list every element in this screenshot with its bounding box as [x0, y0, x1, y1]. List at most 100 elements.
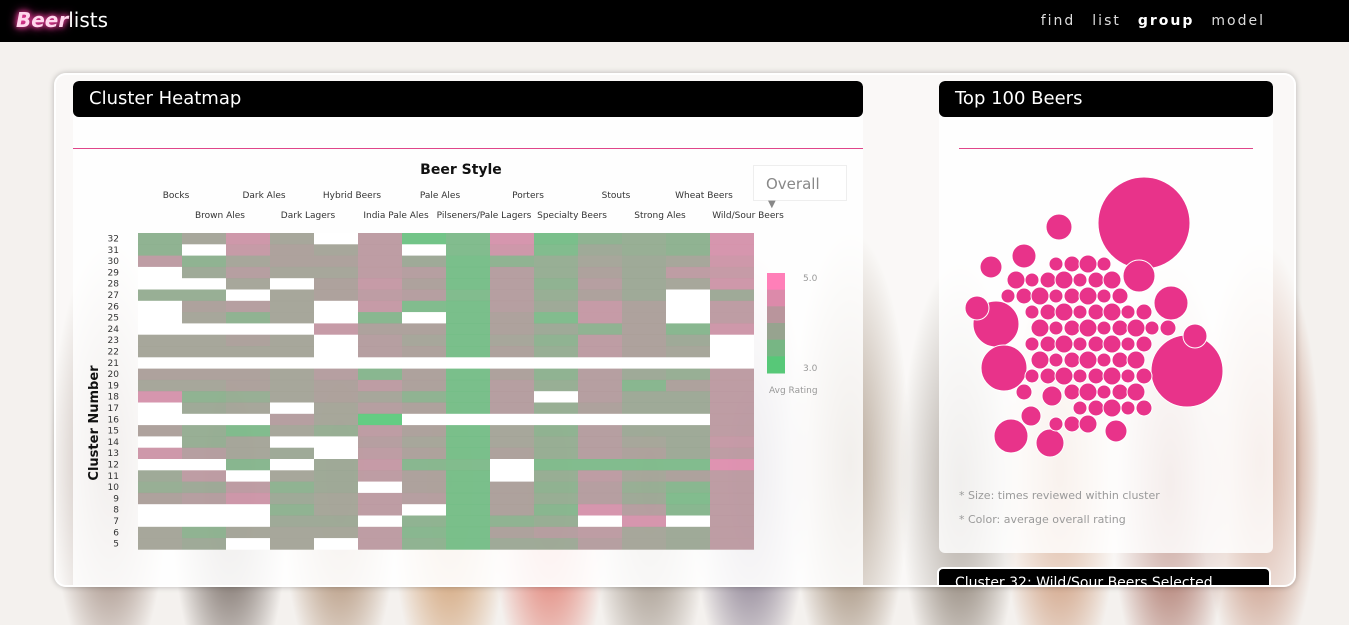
beer-bubble[interactable] [1039, 367, 1057, 385]
beer-bubble[interactable] [1120, 304, 1136, 320]
beer-bubble[interactable] [1015, 383, 1033, 401]
beer-bubble[interactable] [1048, 352, 1064, 368]
beer-bubble[interactable] [1111, 287, 1129, 305]
beer-bubble[interactable] [1048, 288, 1064, 304]
beer-bubble[interactable] [1126, 318, 1146, 338]
beer-bubble[interactable] [1000, 288, 1016, 304]
beer-bubble[interactable] [1078, 414, 1098, 434]
beer-bubble[interactable] [1096, 320, 1112, 336]
beer-bubble[interactable] [1153, 285, 1189, 321]
beer-bubble[interactable] [1063, 319, 1081, 337]
heatmap-cell [402, 357, 446, 369]
beer-bubble[interactable] [1054, 302, 1074, 322]
beer-bubble[interactable] [1135, 399, 1153, 417]
beer-bubble[interactable] [1045, 213, 1073, 241]
beer-bubble[interactable] [1054, 270, 1074, 290]
beer-bubble[interactable] [1039, 271, 1057, 289]
beer-bubble[interactable] [1039, 335, 1057, 353]
beer-bubble[interactable] [1024, 272, 1040, 288]
beer-bubble[interactable] [1087, 367, 1105, 385]
beer-bubble[interactable] [1072, 272, 1088, 288]
beer-bubble[interactable] [1024, 304, 1040, 320]
rating-type-dropdown[interactable]: Overall ▼ [753, 165, 847, 210]
beer-bubble[interactable] [1087, 335, 1105, 353]
beer-bubble[interactable] [1102, 270, 1122, 290]
beer-bubble[interactable] [1087, 303, 1105, 321]
beer-bubble[interactable] [1159, 319, 1177, 337]
nav-find[interactable]: find [1041, 13, 1076, 29]
beer-bubble[interactable] [1072, 304, 1088, 320]
nav-list[interactable]: list [1092, 13, 1121, 29]
beer-bubble[interactable] [979, 255, 1003, 279]
beer-bubble[interactable] [1054, 334, 1074, 354]
beer-bubble[interactable] [1015, 287, 1033, 305]
beer-bubble[interactable] [1102, 366, 1122, 386]
beer-bubble[interactable] [1078, 350, 1098, 370]
beer-bubble[interactable] [1102, 302, 1122, 322]
beer-bubble[interactable] [1063, 351, 1081, 369]
beer-bubble[interactable] [1078, 382, 1098, 402]
beer-bubble[interactable] [1078, 254, 1098, 274]
beer-bubble[interactable] [1020, 405, 1042, 427]
beer-bubble[interactable] [1006, 270, 1026, 290]
beer-bubble[interactable] [1063, 287, 1081, 305]
beer-bubble[interactable] [1096, 352, 1112, 368]
nav-model[interactable]: model [1211, 13, 1265, 29]
beer-bubble[interactable] [1126, 382, 1146, 402]
beer-bubble[interactable] [1048, 256, 1064, 272]
beer-bubble[interactable] [1120, 336, 1136, 352]
beer-bubble[interactable] [1087, 399, 1105, 417]
beer-bubble[interactable] [1111, 351, 1129, 369]
nav-group[interactable]: group [1138, 13, 1195, 29]
beer-bubble[interactable] [1030, 286, 1050, 306]
beer-bubble[interactable] [1030, 350, 1050, 370]
beer-bubble[interactable] [1035, 428, 1065, 458]
beer-bubble[interactable] [980, 344, 1028, 392]
beer-bubble[interactable] [1120, 400, 1136, 416]
beer-bubble[interactable] [1024, 336, 1040, 352]
beer-bubble[interactable] [1048, 416, 1064, 432]
beer-bubble[interactable] [1150, 334, 1224, 408]
beer-bubble[interactable] [1144, 320, 1160, 336]
heatmap-cell [710, 289, 754, 302]
beer-bubble[interactable] [964, 295, 990, 321]
beer-bubble[interactable] [1030, 318, 1050, 338]
app-logo[interactable]: Beerlists [16, 8, 108, 32]
beer-bubble[interactable] [1096, 288, 1112, 304]
beer-bubble[interactable] [1097, 176, 1191, 270]
beer-bubble[interactable] [1122, 259, 1156, 293]
beer-bubble[interactable] [1135, 367, 1153, 385]
heatmap-cell [314, 233, 358, 245]
beer-bubble[interactable] [1120, 368, 1136, 384]
beer-bubble[interactable] [1054, 366, 1074, 386]
heatmap-cell [622, 255, 666, 268]
beer-bubble[interactable] [1102, 334, 1122, 354]
beer-bubble[interactable] [1096, 256, 1112, 272]
beer-bubble[interactable] [1182, 323, 1208, 349]
beer-bubble[interactable] [1072, 368, 1088, 384]
beer-bubble[interactable] [1111, 383, 1129, 401]
beer-bubble[interactable] [1039, 303, 1057, 321]
beer-bubble[interactable] [1078, 286, 1098, 306]
beer-bubble[interactable] [1102, 398, 1122, 418]
beer-bubble[interactable] [1048, 320, 1064, 336]
beer-bubble[interactable] [1063, 255, 1081, 273]
beer-bubble[interactable] [1063, 415, 1081, 433]
beer-bubble[interactable] [1041, 385, 1063, 407]
beer-bubble[interactable] [1072, 400, 1088, 416]
beer-bubble[interactable] [1096, 384, 1112, 400]
beer-bubble[interactable] [993, 418, 1029, 454]
beer-bubble[interactable] [1024, 368, 1040, 384]
heatmap-cell [710, 278, 754, 290]
beer-bubble[interactable] [1087, 271, 1105, 289]
beer-bubble[interactable] [1111, 319, 1129, 337]
heatmap-cell [710, 481, 754, 494]
beer-bubble[interactable] [1135, 335, 1153, 353]
beer-bubble[interactable] [1078, 318, 1098, 338]
beer-bubble[interactable] [1011, 243, 1037, 269]
beer-bubble[interactable] [1135, 303, 1153, 321]
beer-bubble[interactable] [1126, 350, 1146, 370]
beer-bubble[interactable] [1104, 419, 1128, 443]
beer-bubble[interactable] [1072, 336, 1088, 352]
beer-bubble[interactable] [1063, 383, 1081, 401]
